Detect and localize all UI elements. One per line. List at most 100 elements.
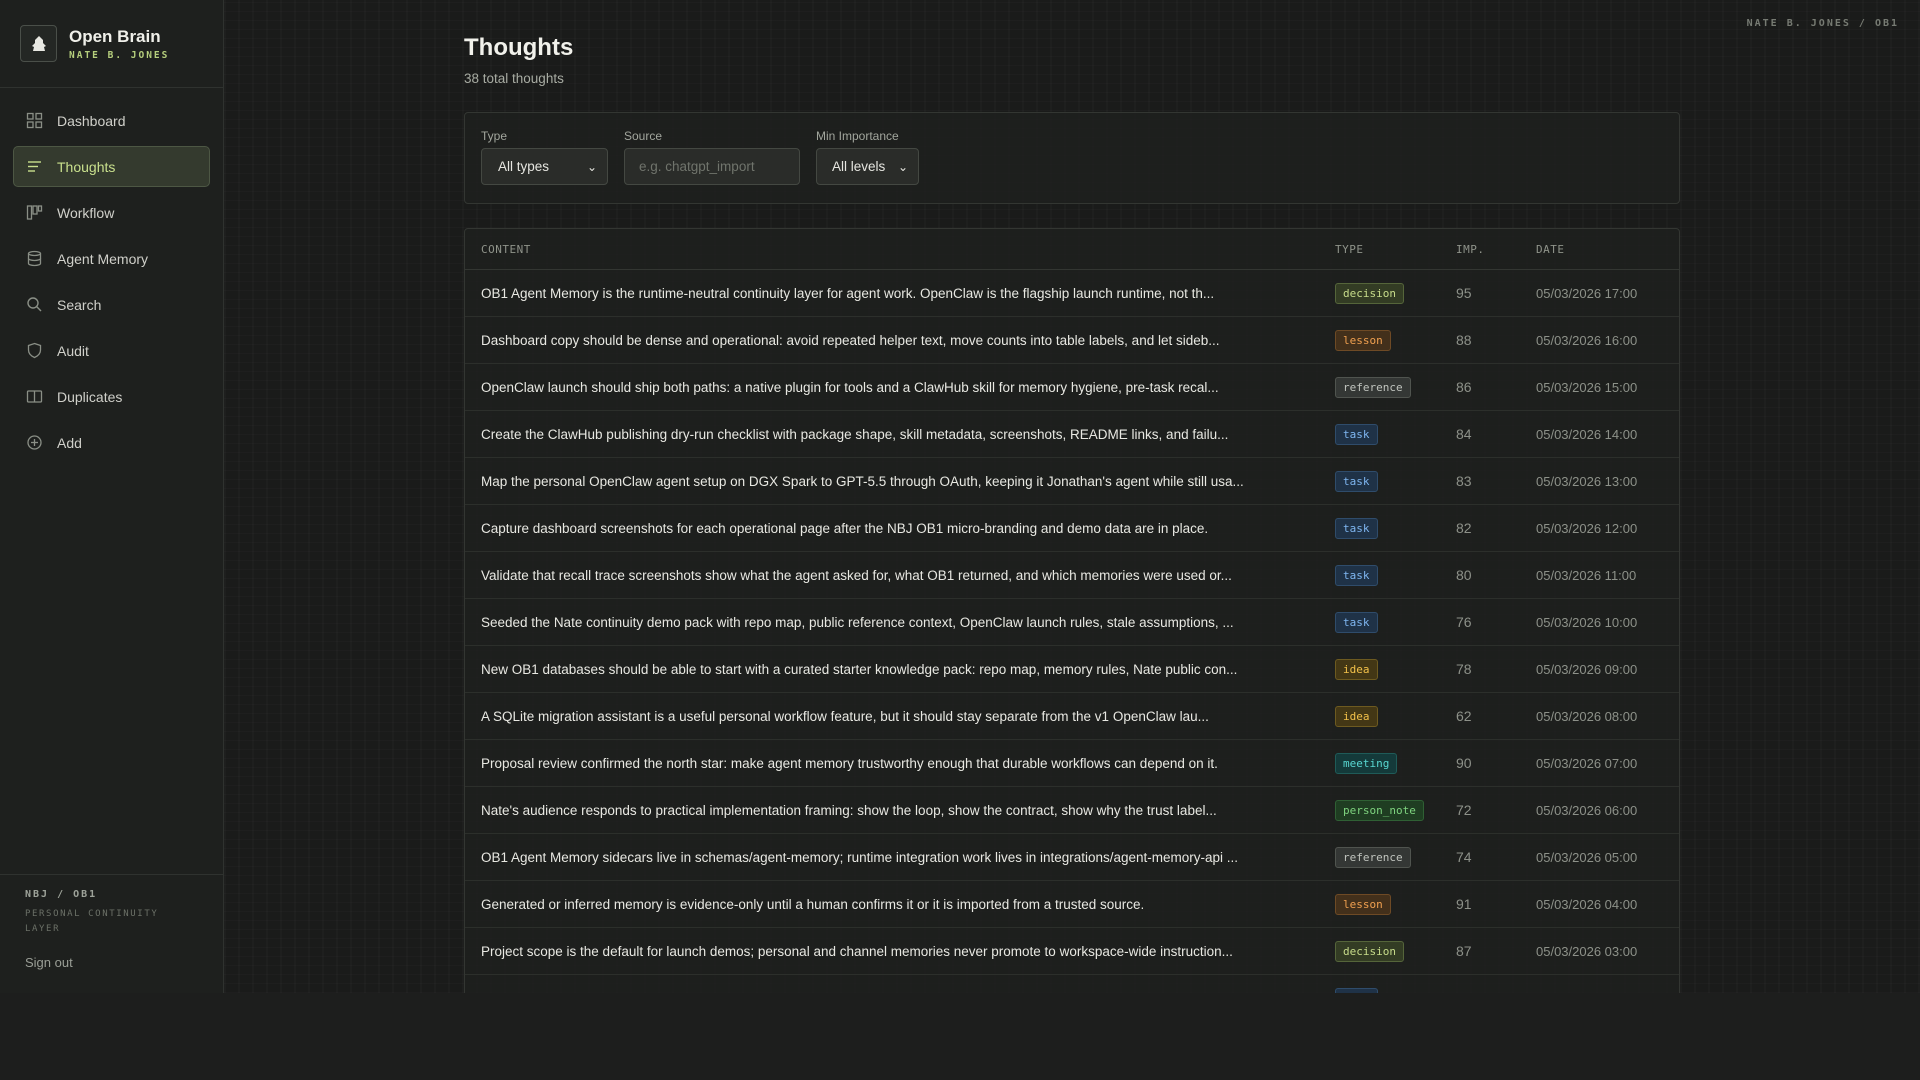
column-header-date[interactable]: DATE	[1536, 243, 1676, 256]
type-cell: task	[1335, 517, 1456, 539]
importance-value: 83	[1456, 473, 1472, 489]
sidebar-item-add[interactable]: Add	[13, 422, 210, 463]
importance-value: 76	[1456, 614, 1472, 630]
type-filter-label: Type	[481, 129, 508, 143]
source-input[interactable]: e.g. chatgpt_import	[624, 148, 800, 185]
importance-value: 78	[1456, 661, 1472, 677]
type-badge: idea	[1335, 658, 1378, 680]
table-row[interactable]: Seeded the Nate continuity demo pack wit…	[465, 599, 1679, 646]
type-cell: task	[1335, 423, 1456, 445]
table-row[interactable]: Dashboard copy should be dense and opera…	[465, 317, 1679, 364]
type-badge: task	[1335, 423, 1378, 445]
sidebar: Open Brain NATE B. JONES Dashboard Thoug…	[0, 0, 224, 993]
importance-select[interactable]: All levels ⌄	[816, 148, 919, 185]
bottom-strip	[0, 993, 1920, 1080]
column-header-type[interactable]: TYPE	[1335, 243, 1456, 256]
sidebar-item-workflow[interactable]: Workflow	[13, 192, 210, 233]
brand-title: Open Brain	[69, 26, 161, 46]
date-value: 05/03/2026 05:00	[1536, 849, 1638, 865]
thought-content: New OB1 databases should be able to star…	[481, 661, 1238, 677]
sidebar-item-audit[interactable]: Audit	[13, 330, 210, 371]
type-cell: decision	[1335, 282, 1456, 304]
type-select-value: All types	[498, 159, 550, 174]
table-row[interactable]: task	[465, 975, 1679, 993]
table-row[interactable]: OB1 Agent Memory sidecars live in schema…	[465, 834, 1679, 881]
table-row[interactable]: New OB1 databases should be able to star…	[465, 646, 1679, 693]
brand: Open Brain NATE B. JONES	[0, 0, 223, 88]
page-subtitle: 38 total thoughts	[464, 71, 564, 86]
type-cell: reference	[1335, 376, 1456, 398]
table-row[interactable]: Create the ClawHub publishing dry-run ch…	[465, 411, 1679, 458]
type-badge: idea	[1335, 705, 1378, 727]
table-row[interactable]: OB1 Agent Memory is the runtime-neutral …	[465, 270, 1679, 317]
type-filter: Type All types ⌄	[481, 129, 608, 203]
sidebar-item-duplicates[interactable]: Duplicates	[13, 376, 210, 417]
date-value: 05/03/2026 16:00	[1536, 332, 1638, 348]
source-filter: Source e.g. chatgpt_import	[624, 129, 800, 203]
thought-content: Proposal review confirmed the north star…	[481, 755, 1218, 771]
table-row[interactable]: OpenClaw launch should ship both paths: …	[465, 364, 1679, 411]
column-header-content[interactable]: CONTENT	[465, 243, 1335, 256]
brand-subtitle: NATE B. JONES	[69, 49, 170, 61]
date-value: 05/03/2026 04:00	[1536, 896, 1638, 912]
table-body: OB1 Agent Memory is the runtime-neutral …	[465, 270, 1679, 993]
thought-content: A SQLite migration assistant is a useful…	[481, 708, 1209, 724]
type-cell: meeting	[1335, 752, 1456, 774]
sidebar-item-label: Dashboard	[57, 112, 126, 129]
search-icon	[26, 296, 43, 313]
type-cell: idea	[1335, 658, 1456, 680]
sidebar-item-label: Workflow	[57, 204, 115, 221]
type-cell: task	[1335, 564, 1456, 586]
sidebar-item-search[interactable]: Search	[13, 284, 210, 325]
sidebar-nav: Dashboard Thoughts Workflow Agent Memory	[0, 88, 223, 480]
type-badge: lesson	[1335, 329, 1391, 351]
date-value: 05/03/2026 09:00	[1536, 661, 1638, 677]
thought-content: Project scope is the default for launch …	[481, 943, 1233, 959]
thought-content: Dashboard copy should be dense and opera…	[481, 332, 1220, 348]
table-row[interactable]: A SQLite migration assistant is a useful…	[465, 693, 1679, 740]
type-select[interactable]: All types ⌄	[481, 148, 608, 185]
type-cell: decision	[1335, 940, 1456, 962]
type-badge: task	[1335, 564, 1378, 586]
sign-out-link[interactable]: Sign out	[25, 955, 198, 970]
footer-code: NBJ / OB1	[25, 889, 98, 900]
date-value: 05/03/2026 11:00	[1536, 567, 1637, 583]
thought-content: Create the ClawHub publishing dry-run ch…	[481, 426, 1229, 442]
copy-icon	[26, 388, 43, 405]
importance-value: 87	[1456, 943, 1472, 959]
table-row[interactable]: Map the personal OpenClaw agent setup on…	[465, 458, 1679, 505]
importance-filter: Min Importance All levels ⌄	[816, 129, 919, 203]
type-cell: lesson	[1335, 329, 1456, 351]
date-value: 05/03/2026 14:00	[1536, 426, 1638, 442]
importance-value: 95	[1456, 285, 1472, 301]
type-badge: person_note	[1335, 799, 1424, 821]
brain-logo-icon	[20, 25, 57, 62]
importance-value: 80	[1456, 567, 1472, 583]
sidebar-item-agent-memory[interactable]: Agent Memory	[13, 238, 210, 279]
table-row[interactable]: Project scope is the default for launch …	[465, 928, 1679, 975]
type-badge: task	[1335, 517, 1378, 539]
sidebar-item-label: Duplicates	[57, 388, 123, 405]
table-row[interactable]: Nate's audience responds to practical im…	[465, 787, 1679, 834]
importance-value: 84	[1456, 426, 1472, 442]
importance-value: 74	[1456, 849, 1472, 865]
sidebar-item-dashboard[interactable]: Dashboard	[13, 100, 210, 141]
importance-value: 82	[1456, 520, 1472, 536]
date-value: 05/03/2026 07:00	[1536, 755, 1638, 771]
table-row[interactable]: Generated or inferred memory is evidence…	[465, 881, 1679, 928]
table-row[interactable]: Proposal review confirmed the north star…	[465, 740, 1679, 787]
top-right-label: NATE B. JONES / OB1	[1746, 18, 1899, 29]
type-badge: task	[1335, 611, 1378, 633]
thought-content: Validate that recall trace screenshots s…	[481, 567, 1232, 583]
column-header-importance[interactable]: IMP.	[1456, 243, 1536, 256]
date-value: 05/03/2026 08:00	[1536, 708, 1638, 724]
table-row[interactable]: Validate that recall trace screenshots s…	[465, 552, 1679, 599]
grid-icon	[26, 112, 43, 129]
type-badge: decision	[1335, 940, 1404, 962]
sidebar-item-label: Thoughts	[57, 158, 116, 175]
importance-value: 62	[1456, 708, 1472, 724]
importance-value: 91	[1456, 896, 1472, 912]
table-row[interactable]: Capture dashboard screenshots for each o…	[465, 505, 1679, 552]
sidebar-item-thoughts[interactable]: Thoughts	[13, 146, 210, 187]
date-value: 05/03/2026 17:00	[1536, 285, 1638, 301]
